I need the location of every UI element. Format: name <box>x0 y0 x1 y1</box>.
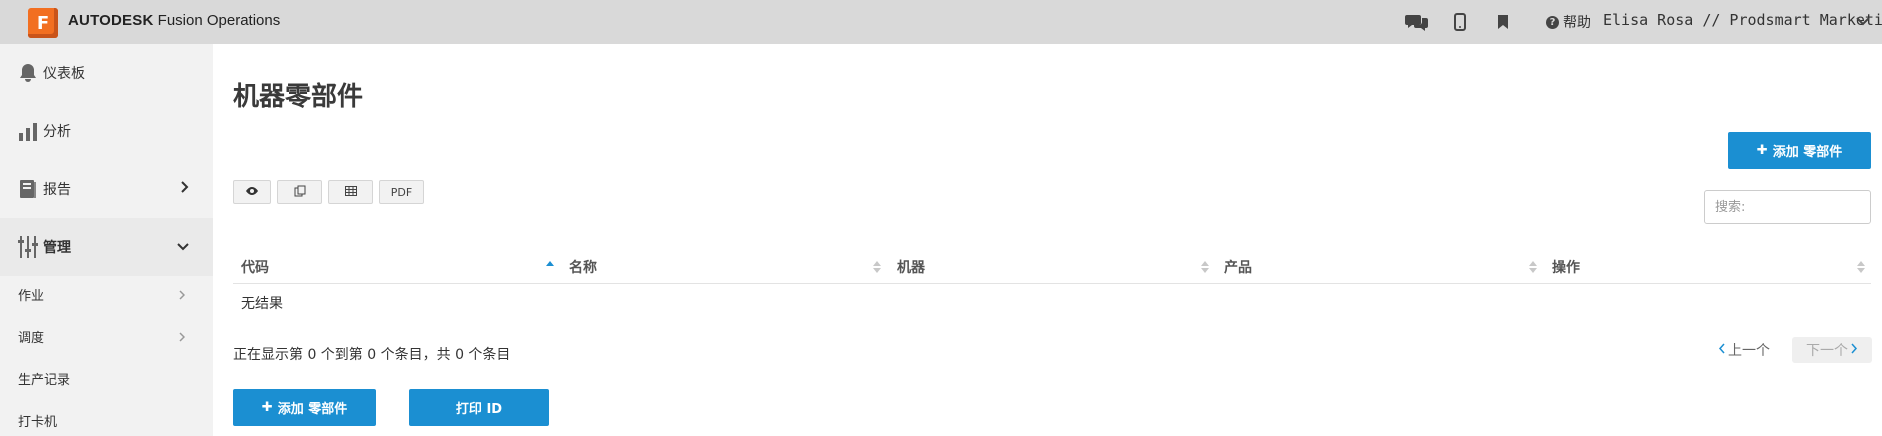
bookmark-icon[interactable] <box>1491 10 1515 34</box>
help-label: 帮助 <box>1563 15 1591 31</box>
chevron-down-icon <box>177 239 189 255</box>
sidebar: 仪表板 分析 报告 管理 作业 调度 生产记录 打卡机 <box>0 44 213 436</box>
column-header-actions[interactable]: 操作 <box>1552 257 1580 277</box>
sort-both-icon[interactable] <box>1529 260 1537 274</box>
sliders-icon <box>18 236 38 258</box>
previous-page-label: 上一个 <box>1728 343 1770 359</box>
sidebar-item-manage[interactable]: 管理 <box>0 218 213 276</box>
sidebar-subitem-label: 作业 <box>18 289 45 304</box>
table-icon <box>344 185 357 199</box>
print-id-button[interactable]: 打印 ID <box>409 389 549 426</box>
pdf-export-button[interactable]: PDF <box>379 180 424 204</box>
sidebar-subitem-label: 打卡机 <box>18 415 58 430</box>
copy-icon <box>294 185 306 200</box>
chevron-left-icon <box>1718 342 1725 358</box>
copy-button[interactable] <box>277 180 322 204</box>
column-header-product[interactable]: 产品 <box>1224 257 1252 277</box>
sidebar-subitem-label: 生产记录 <box>18 373 71 388</box>
sort-both-icon[interactable] <box>1201 260 1209 274</box>
chat-icon[interactable] <box>1405 10 1429 34</box>
help-icon: ? <box>1546 15 1559 29</box>
sidebar-item-analysis[interactable]: 分析 <box>0 102 213 160</box>
empty-table-message: 无结果 <box>241 296 283 312</box>
column-header-code[interactable]: 代码 <box>241 257 269 277</box>
next-page-button[interactable]: 下一个 <box>1792 337 1872 363</box>
top-bar: F AUTODESK Fusion Operations ? 帮助 Elisa … <box>0 0 1882 44</box>
help-link[interactable]: ? 帮助 <box>1546 12 1591 32</box>
autodesk-logo[interactable]: F <box>28 8 58 38</box>
column-header-machine[interactable]: 机器 <box>897 257 925 277</box>
brand-name[interactable]: AUTODESK Fusion Operations <box>68 12 280 29</box>
sidebar-item-label: 仪表板 <box>43 66 85 82</box>
sidebar-item-dashboard[interactable]: 仪表板 <box>0 44 213 102</box>
sidebar-subitem-production-records[interactable]: 生产记录 <box>0 361 213 395</box>
sort-both-icon[interactable] <box>1857 260 1865 274</box>
next-page-label: 下一个 <box>1806 343 1848 359</box>
sidebar-item-label: 分析 <box>43 124 71 140</box>
chevron-right-icon <box>179 330 186 346</box>
eye-icon <box>245 186 259 199</box>
sidebar-subitem-label: 调度 <box>18 331 45 346</box>
plus-icon: ✚ <box>261 400 273 415</box>
excel-export-button[interactable] <box>328 180 373 204</box>
sidebar-item-label: 报告 <box>43 182 71 198</box>
plus-icon: ✚ <box>1756 143 1768 158</box>
sort-both-icon[interactable] <box>873 260 881 274</box>
table-header: 代码 名称 机器 产品 操作 <box>233 248 1871 284</box>
sidebar-subitem-jobs[interactable]: 作业 <box>0 277 213 311</box>
mobile-icon[interactable] <box>1448 10 1472 34</box>
chevron-down-icon[interactable] <box>1856 14 1870 30</box>
sidebar-item-label: 管理 <box>43 240 71 256</box>
table-info: 正在显示第 0 个到第 0 个条目，共 0 个条目 <box>233 347 511 363</box>
add-part-button-top[interactable]: ✚ 添加 零部件 <box>1728 132 1871 169</box>
bar-chart-icon <box>18 121 38 141</box>
sidebar-subitem-schedule[interactable]: 调度 <box>0 319 213 353</box>
previous-page-button[interactable]: 上一个 <box>1718 340 1770 360</box>
page-title: 机器零部件 <box>233 82 364 112</box>
column-header-name[interactable]: 名称 <box>569 257 597 277</box>
user-menu[interactable]: Elisa Rosa // Prodsmart Marketing <box>1603 11 1882 29</box>
add-part-button-bottom[interactable]: ✚ 添加 零部件 <box>233 389 376 426</box>
add-part-label: 添加 零部件 <box>277 402 348 417</box>
sidebar-item-reports[interactable]: 报告 <box>0 160 213 218</box>
chevron-right-icon <box>181 181 189 197</box>
search-input[interactable] <box>1704 190 1871 224</box>
chevron-right-icon <box>1851 342 1858 358</box>
bell-icon <box>18 63 38 83</box>
brand-product: Fusion Operations <box>153 12 281 29</box>
book-icon <box>18 179 38 199</box>
sort-asc-icon[interactable] <box>546 260 554 274</box>
brand-bold: AUTODESK <box>68 12 154 29</box>
chevron-right-icon <box>179 288 186 304</box>
toggle-columns-button[interactable] <box>233 180 271 204</box>
sidebar-subitem-time-clock[interactable]: 打卡机 <box>0 403 213 436</box>
add-part-label: 添加 零部件 <box>1772 145 1843 160</box>
